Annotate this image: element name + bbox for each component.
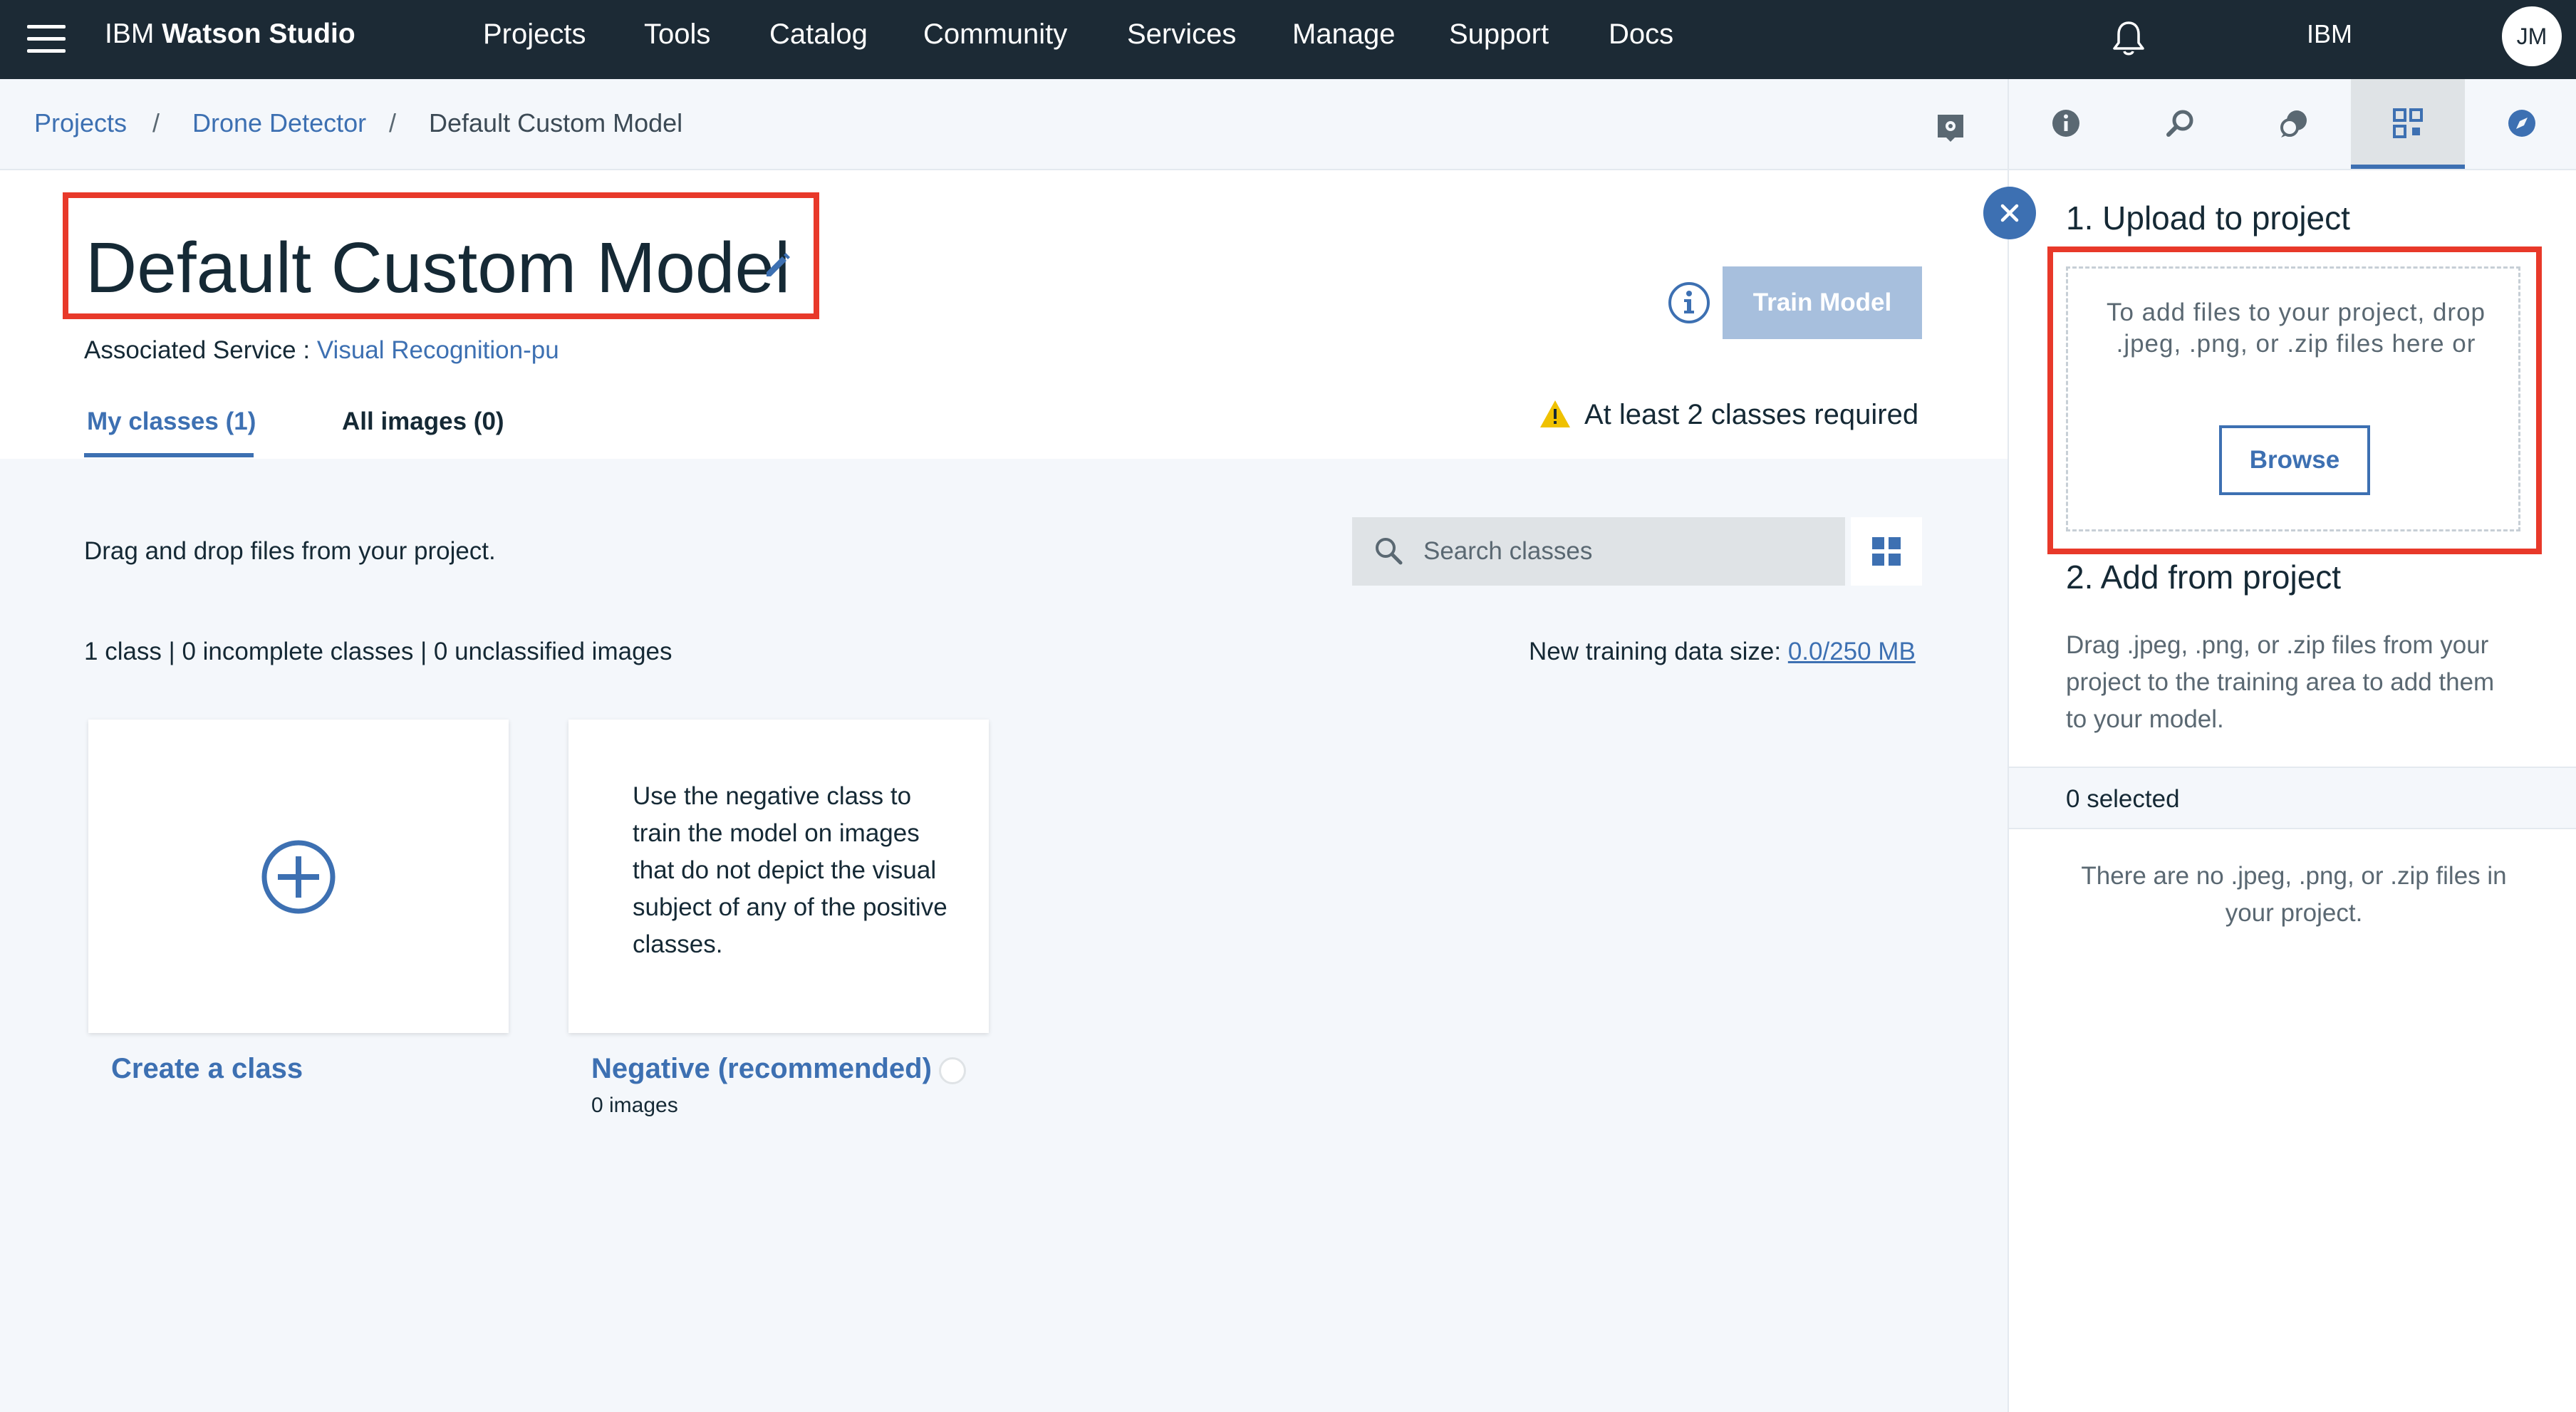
create-class-link[interactable]: Create a class bbox=[111, 1052, 303, 1086]
avatar[interactable]: JM bbox=[2502, 6, 2562, 66]
panel-toolbar bbox=[2008, 79, 2576, 170]
drag-hint: Drag and drop files from your project. bbox=[84, 537, 496, 565]
tool-info[interactable] bbox=[2009, 79, 2123, 169]
grid-view-button[interactable] bbox=[1851, 517, 1922, 586]
warning-icon bbox=[1540, 400, 1570, 427]
notification-bell-icon[interactable] bbox=[2110, 19, 2147, 58]
warning-message: At least 2 classes required bbox=[1584, 399, 1919, 430]
tool-data-assets[interactable] bbox=[2351, 79, 2465, 169]
breadcrumb-separator: / bbox=[152, 108, 160, 137]
grid-view-icon bbox=[1872, 537, 1901, 566]
hamburger-menu-icon[interactable] bbox=[27, 24, 66, 55]
tool-search-history[interactable] bbox=[2123, 79, 2237, 169]
add-circle-icon bbox=[261, 840, 336, 914]
compass-icon bbox=[2508, 110, 2535, 137]
nav-tools[interactable]: Tools bbox=[644, 19, 710, 50]
search-input[interactable] bbox=[1423, 517, 1829, 586]
browse-button[interactable]: Browse bbox=[2219, 425, 2370, 495]
nav-docs[interactable]: Docs bbox=[1609, 19, 1673, 50]
info-icon[interactable] bbox=[1667, 281, 1711, 325]
search-box[interactable] bbox=[1352, 517, 1845, 586]
page-title: Default Custom Model bbox=[85, 228, 791, 308]
search-history-icon bbox=[2166, 110, 2193, 137]
dropzone-instructions: To add files to your project, drop .jpeg… bbox=[2106, 299, 2486, 358]
breadcrumb-projects[interactable]: Projects bbox=[34, 108, 127, 139]
negative-class-link[interactable]: Negative (recommended) bbox=[591, 1052, 932, 1086]
active-tab-indicator bbox=[84, 453, 254, 457]
breadcrumb-drone-detector[interactable]: Drone Detector bbox=[192, 108, 366, 139]
info-icon bbox=[2052, 110, 2079, 137]
nav-services[interactable]: Services bbox=[1127, 19, 1236, 50]
training-data-size-link[interactable]: 0.0/250 MB bbox=[1788, 638, 1916, 665]
negative-class-card[interactable]: Use the negative class to train the mode… bbox=[568, 720, 989, 1033]
negative-class-image-count: 0 images bbox=[591, 1094, 678, 1117]
training-data-size-label: New training data size: bbox=[1529, 638, 1782, 665]
associated-service: Associated Service : Visual Recognition-… bbox=[84, 335, 559, 366]
associated-service-link[interactable]: Visual Recognition-pu bbox=[317, 336, 559, 364]
nav-manage[interactable]: Manage bbox=[1292, 19, 1396, 50]
nav-projects[interactable]: Projects bbox=[483, 19, 586, 50]
data-assets-icon bbox=[2393, 108, 2423, 138]
add-from-project-description: Drag .jpeg, .png, or .zip files from you… bbox=[2066, 631, 2495, 733]
close-icon bbox=[2000, 204, 2019, 222]
account-org[interactable]: IBM bbox=[2307, 19, 2352, 50]
empty-files-message: There are no .jpeg, .png, or .zip files … bbox=[2081, 862, 2507, 927]
model-settings-icon[interactable] bbox=[1933, 109, 1968, 143]
tool-chat[interactable] bbox=[2237, 79, 2351, 169]
brand-name: Watson Studio bbox=[162, 19, 355, 49]
breadcrumb-current: Default Custom Model bbox=[429, 108, 683, 137]
edit-pencil-icon[interactable] bbox=[762, 249, 794, 281]
nav-community[interactable]: Community bbox=[923, 19, 1067, 50]
upload-heading: 1. Upload to project bbox=[2066, 199, 2350, 237]
training-data-size: New training data size: 0.0/250 MB bbox=[1529, 636, 1916, 668]
add-from-project-heading: 2. Add from project bbox=[2066, 559, 2342, 596]
search-icon bbox=[1376, 538, 1403, 565]
top-navigation-bar: IBM Watson Studio Projects Tools Catalog… bbox=[0, 0, 2576, 79]
breadcrumb: Projects / Drone Detector / Default Cust… bbox=[0, 79, 2008, 170]
tab-my-classes[interactable]: My classes (1) bbox=[87, 406, 256, 437]
nav-support[interactable]: Support bbox=[1449, 19, 1549, 50]
nav-catalog[interactable]: Catalog bbox=[769, 19, 868, 50]
create-class-card[interactable] bbox=[88, 720, 509, 1033]
brand-prefix: IBM bbox=[105, 19, 155, 49]
train-model-button[interactable]: Train Model bbox=[1723, 266, 1922, 339]
negative-class-description: Use the negative class to train the mode… bbox=[633, 782, 947, 958]
class-stats: 1 class | 0 incomplete classes | 0 uncla… bbox=[84, 638, 672, 665]
close-panel-button[interactable] bbox=[1983, 187, 2036, 239]
selected-count: 0 selected bbox=[2066, 785, 2180, 813]
negative-class-select-radio[interactable] bbox=[939, 1057, 966, 1084]
tab-all-images[interactable]: All images (0) bbox=[342, 406, 504, 437]
associated-service-label: Associated Service : bbox=[84, 336, 311, 364]
chat-icon bbox=[2280, 110, 2307, 137]
file-dropzone[interactable]: To add files to your project, drop .jpeg… bbox=[2066, 266, 2520, 531]
tool-compass[interactable] bbox=[2465, 79, 2576, 169]
selection-bar: 0 selected bbox=[2009, 767, 2576, 829]
breadcrumb-separator: / bbox=[389, 108, 397, 137]
brand-logo[interactable]: IBM Watson Studio bbox=[105, 19, 355, 50]
